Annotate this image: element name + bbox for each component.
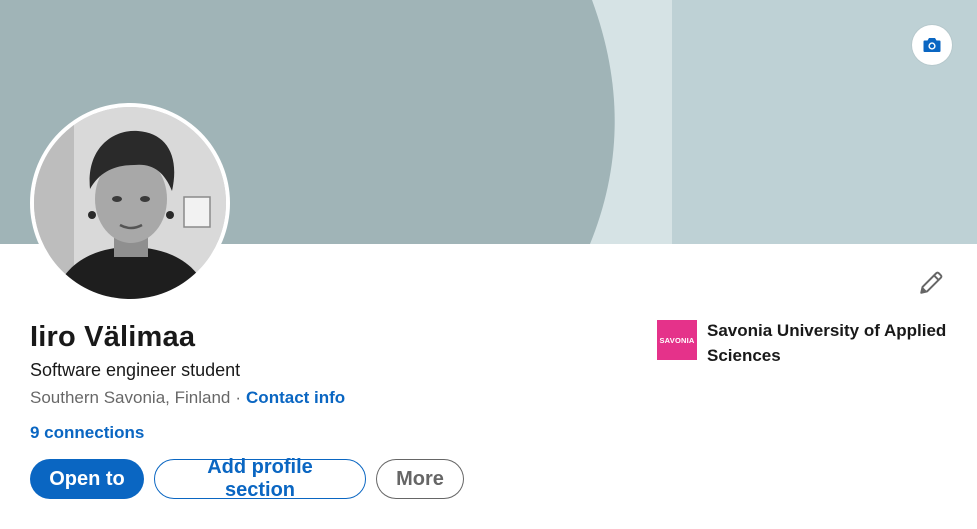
- camera-icon: [923, 37, 941, 53]
- open-to-button[interactable]: Open to: [30, 459, 144, 499]
- edit-intro-button[interactable]: [914, 268, 948, 302]
- connections-link[interactable]: 9 connections: [30, 423, 144, 443]
- contact-info-link[interactable]: Contact info: [246, 388, 345, 407]
- profile-headline: Software engineer student: [30, 360, 241, 380]
- education-link[interactable]: SAVONIA Savonia University of Applied Sc…: [657, 320, 957, 368]
- profile-actions: Open to Add profile section More: [30, 456, 464, 501]
- school-name: Savonia University of Applied Sciences: [707, 321, 947, 365]
- edit-cover-button[interactable]: [912, 25, 952, 65]
- location-text: Southern Savonia, Finland: [30, 388, 231, 407]
- add-profile-section-button[interactable]: Add profile section: [154, 456, 366, 501]
- profile-card: Iiro Välimaa Software engineer student S…: [0, 0, 977, 529]
- school-logo: SAVONIA: [657, 320, 697, 360]
- pencil-icon: [918, 270, 944, 301]
- separator: ·: [235, 388, 242, 407]
- profile-name: Iiro Välimaa: [30, 321, 196, 353]
- avatar-image: [34, 107, 226, 299]
- more-button[interactable]: More: [376, 459, 464, 499]
- location-line: Southern Savonia, Finland · Contact info: [30, 388, 345, 408]
- profile-photo[interactable]: [30, 103, 230, 303]
